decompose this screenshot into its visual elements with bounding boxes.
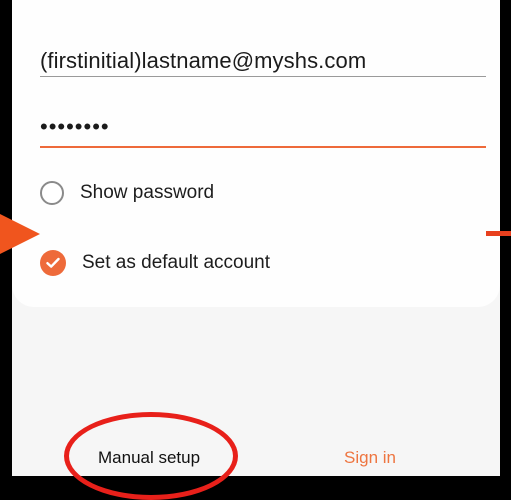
show-password-option[interactable]: Show password xyxy=(40,178,214,208)
password-input[interactable]: •••••••• xyxy=(40,114,110,140)
arrow-right-annotation-icon xyxy=(0,214,40,254)
default-account-label: Set as default account xyxy=(82,252,271,273)
default-account-option[interactable]: Set as default account xyxy=(40,248,270,278)
password-underline xyxy=(40,146,486,148)
checkmark-icon xyxy=(46,257,60,268)
email-input[interactable]: (firstinitial)lastname@myshs.com xyxy=(40,48,366,74)
annotation-circle xyxy=(64,412,238,500)
device-frame: (firstinitial)lastname@myshs.com •••••••… xyxy=(0,0,511,500)
checkmark-circle-icon[interactable] xyxy=(40,250,66,276)
sign-in-button[interactable]: Sign in xyxy=(344,448,396,468)
login-card: (firstinitial)lastname@myshs.com •••••••… xyxy=(12,0,500,307)
radio-unchecked-icon[interactable] xyxy=(40,181,64,205)
email-underline xyxy=(40,76,486,77)
annotation-dash xyxy=(486,231,511,236)
email-setup-screen: (firstinitial)lastname@myshs.com •••••••… xyxy=(12,0,500,476)
show-password-label: Show password xyxy=(80,182,215,203)
